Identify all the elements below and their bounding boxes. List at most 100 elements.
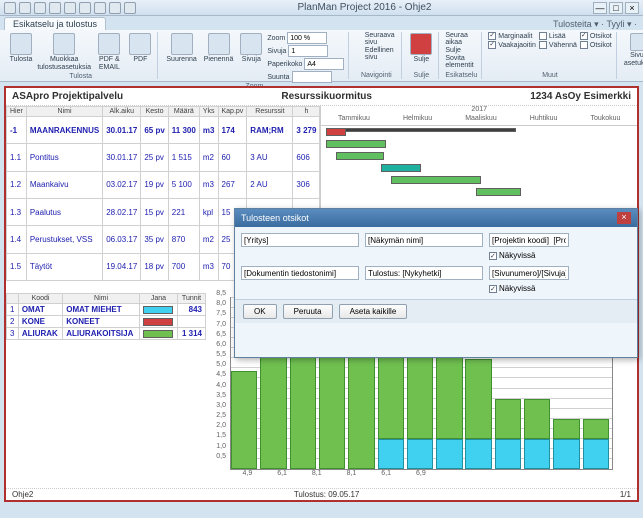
tabbar-right[interactable]: Tulosteita ▾ · Tyyli ▾ · xyxy=(553,19,637,30)
zoom-out-button[interactable]: Pienennä xyxy=(202,32,236,65)
magnifier-minus-icon xyxy=(208,33,230,55)
minimize-button[interactable]: — xyxy=(593,2,607,14)
qat-btn[interactable] xyxy=(79,2,91,14)
chart-yaxis: 0,51,01,52,02,53,03,54,04,55,05,56,06,57… xyxy=(210,297,228,470)
title-input[interactable] xyxy=(365,266,483,280)
print-button[interactable]: Tulosta xyxy=(8,32,34,65)
title-input[interactable] xyxy=(365,233,483,247)
check-Vähennä[interactable]: Vähennä xyxy=(539,41,577,49)
dialog-body: Näkyvissä Näkyvissä xyxy=(235,227,637,299)
task-row: 1.2Maankaivu03.02.1719 pv5 100m32672 AU3… xyxy=(7,171,320,198)
pdf-button[interactable]: PDF xyxy=(127,32,153,65)
close2-button[interactable]: Sulje xyxy=(445,47,477,54)
close-button[interactable]: × xyxy=(625,2,639,14)
maximize-button[interactable]: □ xyxy=(609,2,623,14)
pdf-icon xyxy=(98,33,120,55)
prev-page-button[interactable]: Edellinen sivu xyxy=(355,47,397,61)
task-row: 1.1Pontitus30.01.1725 pv1 515m2603 AU606 xyxy=(7,144,320,171)
page-footer: Ohje2 Tulostus: 09.05.17 1/1 xyxy=(6,488,637,500)
cancel-button[interactable]: Peruuta xyxy=(283,304,333,319)
follow-time-button[interactable]: Seuraa aikaa xyxy=(445,32,477,46)
ribbon-group-other: MarginaalitVaakajaoitinLisääVähennäOtsik… xyxy=(484,32,616,79)
resource-row: 2KONEKONEET xyxy=(7,316,206,328)
pages-select[interactable] xyxy=(288,45,328,57)
zoom-in-button[interactable]: Suurenna xyxy=(164,32,198,65)
check-Vaakajaoitin[interactable]: Vaakajaoitin xyxy=(488,41,536,49)
chart-bar xyxy=(407,339,433,469)
fit-elements-button[interactable]: Sovita elementit xyxy=(445,55,477,69)
title-input[interactable] xyxy=(241,266,359,280)
chart-bar xyxy=(348,347,374,469)
page-header: ASApro Projektipalvelu Resurssikuormitus… xyxy=(6,88,637,106)
paper-select[interactable] xyxy=(304,58,344,70)
window-controls: — □ × xyxy=(593,2,639,14)
dialog-field: Näkyvissä xyxy=(489,266,569,293)
quick-access-toolbar xyxy=(4,2,136,14)
ribbon-tabs: Esikatselu ja tulostus Tulosteita ▾ · Ty… xyxy=(0,16,643,30)
zoom-select[interactable] xyxy=(287,32,327,44)
check-Otsikot[interactable]: Otsikot xyxy=(580,32,612,40)
chart-bar xyxy=(465,359,491,469)
page-icon xyxy=(630,33,643,51)
chart-bar xyxy=(436,349,462,469)
qat-btn[interactable] xyxy=(124,2,136,14)
title-input[interactable] xyxy=(241,233,359,247)
chart-bar xyxy=(553,419,579,469)
ribbon-group-nav: Seuraava sivu Edellinen sivu Navigointi xyxy=(351,32,402,79)
title-input[interactable] xyxy=(489,233,569,247)
zoom-fields: Zoom Sivuja Paperikoko Suunta xyxy=(267,32,344,83)
dialog-field: Näkyvissä xyxy=(489,233,569,260)
gantt-bar xyxy=(326,140,386,148)
set-all-button[interactable]: Aseta kaikille xyxy=(339,304,408,319)
window-title: PlanMan Project 2016 - Ohje2 xyxy=(136,2,593,13)
dialog-field xyxy=(365,233,483,260)
qat-btn[interactable] xyxy=(94,2,106,14)
ribbon-group-zoom: Suurenna Pienennä Sivuja Zoom Sivuja Pap… xyxy=(160,32,349,79)
check-Marginaalit[interactable]: Marginaalit xyxy=(488,32,536,40)
visible-checkbox[interactable]: Näkyvissä xyxy=(489,284,569,293)
close-preview-button[interactable]: Sulje xyxy=(408,32,434,65)
checkbox-icon xyxy=(488,32,496,40)
qat-btn[interactable] xyxy=(19,2,31,14)
chart-bar xyxy=(583,419,609,469)
check-Otsikot[interactable]: Otsikot xyxy=(580,41,612,49)
gantt-bar xyxy=(336,152,384,160)
checkbox-icon xyxy=(580,41,588,49)
ribbon-group-print: Tulosta Muokkaa tulostusasetuksia PDF & … xyxy=(4,32,158,79)
print-settings-button[interactable]: Muokkaa tulostusasetuksia xyxy=(37,32,91,73)
title-input[interactable] xyxy=(489,266,569,280)
hdr-left: ASApro Projektipalvelu xyxy=(12,91,123,102)
qat-btn[interactable] xyxy=(49,2,61,14)
visible-checkbox[interactable]: Näkyvissä xyxy=(489,251,569,260)
check-Lisää[interactable]: Lisää xyxy=(539,32,577,40)
checkbox-icon xyxy=(489,285,497,293)
dialog-titlebar[interactable]: Tulosteen otsikot × xyxy=(235,209,637,227)
tab-print-preview[interactable]: Esikatselu ja tulostus xyxy=(4,17,106,30)
dialog-buttons: OK Peruuta Aseta kaikille xyxy=(235,299,637,323)
qat-btn[interactable] xyxy=(4,2,16,14)
chart-xaxis: 4,96,18,18,16,16,9 xyxy=(230,470,613,482)
qat-btn[interactable] xyxy=(109,2,121,14)
ribbon-group-close: Sulje Sulje xyxy=(404,32,439,79)
task-row: -1MAANRAKENNUS30.01.1765 pv11 300m3174RA… xyxy=(7,117,320,144)
gantt-bar xyxy=(326,128,516,132)
ribbon-group-preview: Seuraa aikaa Sulje Sovita elementit Esik… xyxy=(441,32,482,79)
qat-btn[interactable] xyxy=(34,2,46,14)
ribbon-group-actions: Sivun asetukset Kopioi leikepöyd. Tallen… xyxy=(619,32,643,79)
qat-btn[interactable] xyxy=(64,2,76,14)
next-page-button[interactable]: Seuraava sivu xyxy=(355,32,397,46)
pages-button[interactable]: Sivuja xyxy=(238,32,264,65)
dialog-field xyxy=(365,266,483,293)
magnifier-plus-icon xyxy=(171,33,193,55)
hdr-right: 1234 AsOy Esimerkki xyxy=(530,91,631,102)
printer-icon xyxy=(10,33,32,55)
pdf-email-button[interactable]: PDF & EMAIL xyxy=(94,32,124,73)
dialog-close-button[interactable]: × xyxy=(617,212,631,224)
hdr-center: Resurssikuormitus xyxy=(123,91,530,102)
page-setup-button[interactable]: Sivun asetukset xyxy=(623,32,643,69)
resource-row: 3ALIURAKALIURAKOITSIJA1 314 xyxy=(7,328,206,340)
gantt-bar xyxy=(326,128,346,136)
dialog-title: Tulosteen otsikot xyxy=(241,213,309,223)
gear-icon xyxy=(53,33,75,55)
ok-button[interactable]: OK xyxy=(243,304,277,319)
